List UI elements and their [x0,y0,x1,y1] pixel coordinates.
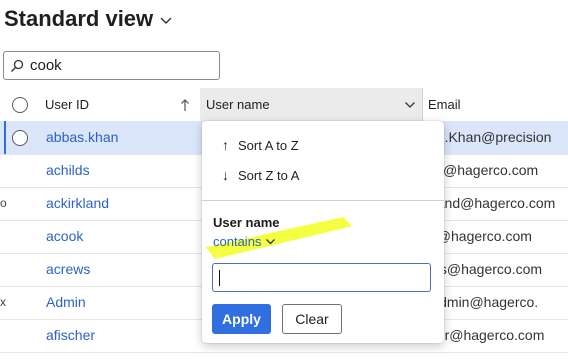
filter-operator-label: contains [213,234,262,249]
user-id-link[interactable]: acook [46,220,83,253]
filter-value-input[interactable] [212,263,431,292]
user-id-link[interactable]: afischer [46,319,95,352]
select-all-radio[interactable] [12,96,28,113]
user-id-link[interactable]: ackirkland [46,187,109,220]
text-caret [219,270,220,286]
user-id-link[interactable]: achilds [46,154,90,187]
filter-field-label: User name [213,215,280,230]
apply-button[interactable]: Apply [212,304,271,334]
user-id-link[interactable]: Admin [46,286,86,319]
column-header-email[interactable]: Email [422,88,568,121]
search-box[interactable] [3,51,220,80]
sort-a-to-z-item[interactable]: ↑ Sort A to Z [222,135,299,155]
column-header-email-label: Email [428,97,461,112]
column-header-user-name-label: User name [206,97,270,112]
column-header-user-id[interactable]: User ID [0,88,200,121]
user-id-link[interactable]: acrews [46,253,90,286]
menu-divider [202,200,444,201]
sort-z-to-a-item[interactable]: ↓ Sort Z to A [222,165,299,185]
page: Standard view User ID User name [0,0,568,364]
sort-z-to-a-label: Sort Z to A [238,167,300,183]
search-input[interactable] [30,57,200,74]
sort-a-to-z-label: Sort A to Z [238,137,299,153]
filter-operator-dropdown[interactable]: contains [213,234,276,249]
arrow-down-icon: ↓ [222,167,229,183]
column-filter-menu: ↑ Sort A to Z ↓ Sort Z to A User name co… [202,121,444,343]
page-title-text: Standard view [4,6,154,31]
chevron-down-icon [405,101,415,108]
column-header-user-id-label: User ID [45,97,90,112]
edge-text: x [0,295,6,309]
user-id-link[interactable]: abbas.khan [46,121,118,154]
chevron-down-icon [160,17,172,24]
sort-ascending-icon [181,98,189,111]
chevron-down-icon [266,239,276,245]
search-icon [10,59,24,73]
clear-button[interactable]: Clear [282,304,342,334]
arrow-up-icon: ↑ [222,137,229,153]
row-select-radio[interactable] [12,130,28,146]
column-header-user-name[interactable]: User name [200,88,422,121]
grid-header: User ID User name Email [0,88,568,122]
page-title[interactable]: Standard view [4,6,173,32]
edge-text: o [0,196,7,210]
